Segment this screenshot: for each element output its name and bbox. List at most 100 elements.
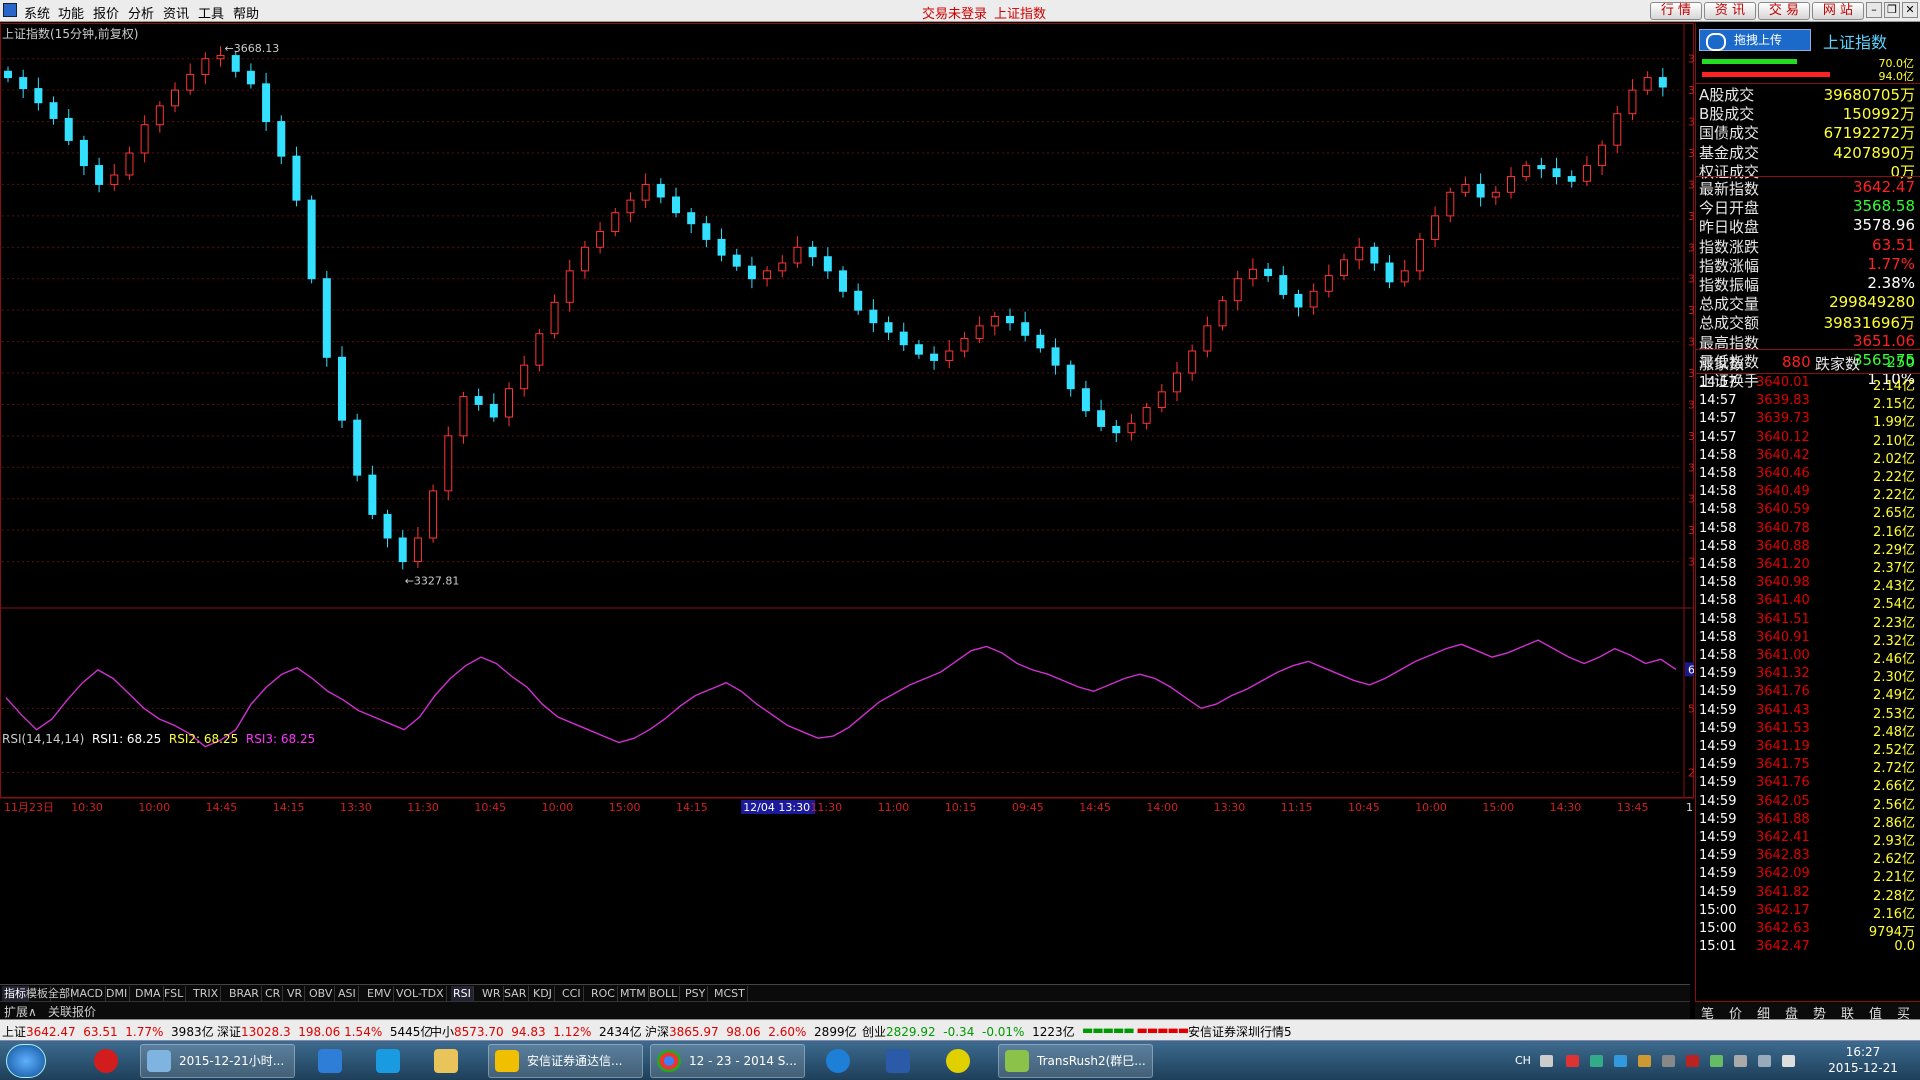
tick-price: 3640.88 xyxy=(1756,538,1810,554)
start-button-icon[interactable] xyxy=(6,1044,46,1078)
pinned-app-red-icon[interactable] xyxy=(84,1045,128,1077)
tick-price: 3642.63 xyxy=(1756,921,1810,936)
zx-index-summary[interactable]: 中小8573.70 94.83 1.12% 2434亿 xyxy=(430,1023,642,1040)
trade-button[interactable]: 交 易 xyxy=(1758,2,1810,20)
sh-percent: 1.77% xyxy=(125,1025,164,1039)
related-quotes-button[interactable]: 关联报价 xyxy=(48,1003,96,1020)
time-tick-label: 10:00 xyxy=(138,801,170,814)
candle xyxy=(520,355,529,397)
keyboard-tray-icon[interactable] xyxy=(1540,1055,1553,1067)
taskbar-item-chrome[interactable]: 12 - 23 - 2014 S... xyxy=(650,1044,805,1078)
sz-index-summary[interactable]: 深证13028.3 198.06 1.54% 5445亿 xyxy=(217,1023,432,1040)
qq-tray-icon[interactable] xyxy=(1638,1055,1651,1067)
candle xyxy=(580,241,589,279)
sync-tray-icon[interactable] xyxy=(1590,1055,1603,1067)
indicator-tab-rsi[interactable]: RSI xyxy=(451,986,474,1001)
indicator-tab-emv[interactable]: EMV xyxy=(365,986,394,1001)
indicator-tab-dmi[interactable]: DMI xyxy=(104,986,131,1001)
menu-news[interactable]: 资讯 xyxy=(163,3,189,22)
menu-analysis[interactable]: 分析 xyxy=(128,3,154,22)
indicator-tab-fsl[interactable]: FSL xyxy=(162,986,187,1001)
indicator-tab-dma[interactable]: DMA xyxy=(133,986,164,1001)
cy-index-summary[interactable]: 创业2829.92 -0.34 -0.01% 1223亿 xyxy=(862,1023,1075,1040)
display-tray-icon[interactable] xyxy=(1734,1055,1747,1067)
indicator-tab-asi[interactable]: ASI xyxy=(336,986,359,1001)
indicator-tab-boll[interactable]: BOLL xyxy=(647,986,681,1001)
taskbar-item-tdx[interactable]: 安信证券通达信... xyxy=(488,1044,643,1078)
indicator-tab-cr[interactable]: CR xyxy=(263,986,284,1001)
kline-chart[interactable]: 3660 3640 3620 3600 3580 3560 3540 3520 3500 3480… xyxy=(0,23,1694,984)
tick-row: 14:58 3640.98 2.43亿 xyxy=(1696,575,1920,594)
drag-upload-button[interactable]: 拖拽上传 xyxy=(1699,29,1811,51)
indicator-tab-cci[interactable]: CCI xyxy=(560,986,584,1001)
indicator-tab-wr[interactable]: WR xyxy=(480,986,504,1001)
period-label[interactable]: 15分钟 xyxy=(1686,800,1694,814)
indicator-tab-brar[interactable]: BRAR xyxy=(227,986,262,1001)
network-tray-icon[interactable] xyxy=(1758,1055,1771,1067)
candle xyxy=(125,146,134,180)
tick-time: 14:59 xyxy=(1699,848,1737,864)
indicator-tab-vr[interactable]: VR xyxy=(285,986,306,1001)
taskbar-item-notes[interactable]: 2015-12-21小时... xyxy=(140,1044,295,1078)
indicator-tab-macd[interactable]: MACD xyxy=(68,986,106,1001)
minimize-icon[interactable]: – xyxy=(1866,2,1882,18)
menu-function[interactable]: 功能 xyxy=(58,3,84,22)
candle xyxy=(823,247,832,279)
ie-icon[interactable] xyxy=(816,1045,860,1077)
menu-tools[interactable]: 工具 xyxy=(198,3,224,22)
indicator-tab-kdj[interactable]: KDJ xyxy=(531,986,555,1001)
taskbar-item-transrush[interactable]: TransRush2(群巳... xyxy=(998,1044,1153,1078)
time-tick-label: 10:15 xyxy=(945,801,977,814)
word-icon[interactable] xyxy=(876,1045,920,1077)
indicator-tab-trix[interactable]: TRIX xyxy=(191,986,222,1001)
ime-indicator[interactable]: CH xyxy=(1515,1054,1531,1067)
close-icon[interactable]: ✕ xyxy=(1902,2,1918,18)
price-tick-label: 3440 xyxy=(1688,398,1694,411)
quotes-button[interactable]: 行 情 xyxy=(1650,2,1702,20)
menu-system[interactable]: 系统 xyxy=(24,3,50,22)
time-tick-label: 14:15 xyxy=(273,801,305,814)
pinned-app-green-icon[interactable] xyxy=(936,1045,980,1077)
hs-index-summary[interactable]: 沪深3865.97 98.06 2.60% 2899亿 xyxy=(645,1023,857,1040)
sh-index-summary[interactable]: 上证3642.47 63.51 1.77% 3983亿 xyxy=(2,1023,214,1040)
turnover-row: B股成交 150992万 xyxy=(1696,103,1920,123)
panel-header: 拖拽上传 上证指数 xyxy=(1699,27,1917,52)
price-tick-label: 3380 xyxy=(1688,493,1694,506)
indicator-tab-mtm[interactable]: MTM xyxy=(618,986,649,1001)
candle xyxy=(505,382,513,427)
flag-tray-icon[interactable] xyxy=(1662,1055,1675,1067)
tick-time: 14:58 xyxy=(1699,538,1737,554)
data-source[interactable]: 安信证券深圳行情5 xyxy=(1188,1023,1292,1040)
pinned-app-cloud-icon[interactable] xyxy=(366,1045,410,1077)
trade-status-text[interactable]: 交易未登录 xyxy=(922,3,987,22)
index-stat-row: 昨日收盘 3578.96 xyxy=(1696,216,1920,236)
restore-icon[interactable]: ❐ xyxy=(1884,2,1900,18)
candle xyxy=(550,294,559,339)
news-button[interactable]: 资 讯 xyxy=(1704,2,1756,20)
pdf-tray-icon[interactable] xyxy=(1686,1055,1699,1067)
indicator-tab-obv[interactable]: OBV xyxy=(307,986,336,1001)
expand-button[interactable]: 扩展∧ xyxy=(4,1003,37,1020)
tick-row: 14:58 3641.00 2.46亿 xyxy=(1696,648,1920,667)
candle xyxy=(1552,157,1561,185)
system-clock[interactable]: 16:27 2015-12-21 xyxy=(1818,1044,1908,1076)
pinned-app-folder-icon[interactable] xyxy=(424,1045,468,1077)
volume-tray-icon[interactable] xyxy=(1782,1055,1795,1067)
app-tray-icon[interactable] xyxy=(1710,1055,1723,1067)
tick-time: 14:57 xyxy=(1699,411,1737,427)
indicator-tab-sar[interactable]: SAR xyxy=(502,986,530,1001)
indicator-tab-mcst[interactable]: MCST xyxy=(712,986,748,1001)
pinned-app-window-icon[interactable] xyxy=(308,1045,352,1077)
candle xyxy=(1370,242,1379,271)
menu-help[interactable]: 帮助 xyxy=(233,3,259,22)
rsi-tick-label: 50.00 xyxy=(1688,702,1694,715)
cloud-tray-icon[interactable] xyxy=(1614,1055,1627,1067)
indicator-tab-psy[interactable]: PSY xyxy=(683,986,709,1001)
indicator-tab-vol-tdx[interactable]: VOL-TDX xyxy=(394,986,447,1001)
website-button[interactable]: 网 站 xyxy=(1812,2,1864,20)
security-tray-icon[interactable] xyxy=(1566,1055,1579,1067)
tick-amount: 2.21亿 xyxy=(1873,870,1915,886)
indicator-tab-roc[interactable]: ROC xyxy=(589,986,618,1001)
candle xyxy=(1188,344,1197,381)
menu-quote[interactable]: 报价 xyxy=(93,3,119,22)
